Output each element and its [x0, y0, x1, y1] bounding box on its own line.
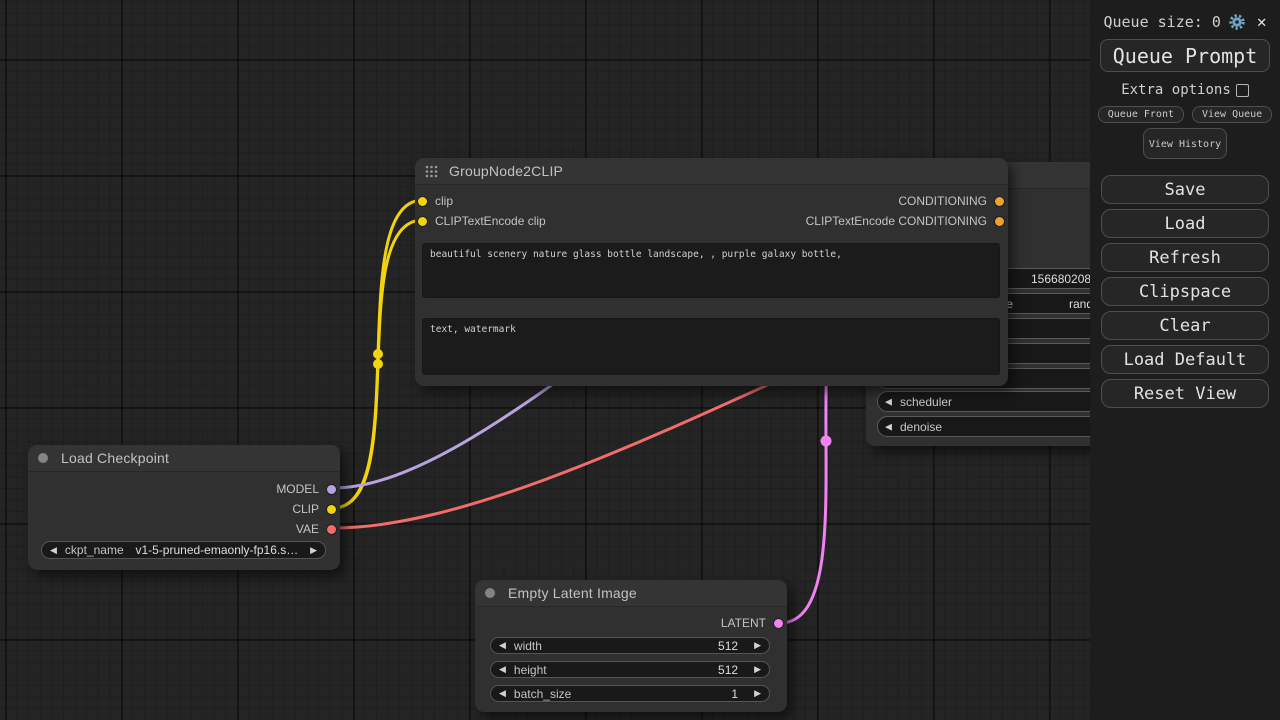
wire-midpoint-dot — [373, 349, 383, 359]
positive-prompt-textarea[interactable]: beautiful scenery nature glass bottle la… — [422, 243, 1000, 298]
input-slot-clip: clip — [418, 193, 453, 209]
view-history-button[interactable]: View History — [1143, 128, 1227, 159]
output-slot-conditioning: CONDITIONING — [898, 193, 1004, 209]
queue-size-text: Queue size: 0 — [1103, 13, 1220, 31]
decrement-arrow-icon[interactable]: ◀ — [50, 546, 57, 555]
queue-front-button[interactable]: Queue Front — [1098, 106, 1184, 123]
batch-size-widget[interactable]: ◀ batch_size 1 ▶ — [490, 685, 770, 702]
queue-size-value: 0 — [1212, 13, 1221, 31]
node-empty-latent-header[interactable]: Empty Latent Image — [475, 580, 787, 607]
decrement-arrow-icon[interactable]: ◀ — [885, 397, 892, 406]
reset-view-button[interactable]: Reset View — [1101, 379, 1269, 408]
width-widget[interactable]: ◀ width 512 ▶ — [490, 637, 770, 654]
wire-clip-1 — [333, 200, 423, 508]
increment-arrow-icon[interactable]: ▶ — [754, 689, 761, 698]
extra-options-label: Extra options — [1121, 82, 1231, 98]
decrement-arrow-icon[interactable]: ◀ — [499, 641, 506, 650]
wire-midpoint-dot — [821, 436, 832, 447]
wire-clip-2 — [333, 220, 423, 508]
width-label: width — [514, 639, 718, 653]
clip-input-dot[interactable] — [418, 197, 427, 206]
batch-size-label: batch_size — [514, 687, 731, 701]
ckpt-name-value: v1-5-pruned-emaonly-fp16.s… — [124, 543, 310, 557]
collapse-dot-icon[interactable] — [38, 453, 48, 463]
negative-prompt-textarea[interactable]: text, watermark — [422, 318, 1000, 375]
node-load-checkpoint[interactable]: Load Checkpoint MODEL CLIP VAE ◀ ckpt_na… — [28, 445, 340, 570]
height-widget[interactable]: ◀ height 512 ▶ — [490, 661, 770, 678]
refresh-button[interactable]: Refresh — [1101, 243, 1269, 272]
node-title: Empty Latent Image — [508, 585, 637, 601]
clip-output-dot[interactable] — [327, 505, 336, 514]
slot-label: CLIPTextEncode clip — [435, 214, 546, 228]
output-slot-model: MODEL — [276, 481, 336, 497]
slot-label: CONDITIONING — [898, 194, 987, 208]
save-button[interactable]: Save — [1101, 175, 1269, 204]
close-menu-icon[interactable]: ✕ — [1257, 14, 1267, 30]
output-slot-cliptextencode-conditioning: CLIPTextEncode CONDITIONING — [806, 213, 1004, 229]
increment-arrow-icon[interactable]: ▶ — [310, 546, 317, 555]
vae-output-dot[interactable] — [327, 525, 336, 534]
ckpt-name-label: ckpt_name — [65, 543, 124, 557]
comfy-menu-panel: Queue size: 0 ✕ Queue Prompt Extra optio… — [1090, 0, 1280, 720]
width-value: 512 — [718, 639, 738, 653]
output-slot-vae: VAE — [296, 521, 336, 537]
model-output-dot[interactable] — [327, 485, 336, 494]
queue-prompt-button[interactable]: Queue Prompt — [1100, 39, 1270, 72]
slot-label: LATENT — [721, 616, 766, 630]
node-load-checkpoint-header[interactable]: Load Checkpoint — [28, 445, 340, 472]
clear-button[interactable]: Clear — [1101, 311, 1269, 340]
load-button[interactable]: Load — [1101, 209, 1269, 238]
slot-label: MODEL — [276, 482, 319, 496]
node-graph-canvas[interactable]: 1566802087 control_after_generate random… — [0, 0, 1280, 720]
denoise-label: denoise — [900, 420, 942, 434]
decrement-arrow-icon[interactable]: ◀ — [885, 422, 892, 431]
output-slot-clip: CLIP — [292, 501, 336, 517]
node-title: GroupNode2CLIP — [449, 163, 563, 179]
node-groupnode2clip[interactable]: GroupNode2CLIP clip CLIPTextEncode clip … — [415, 158, 1008, 386]
slot-label: VAE — [296, 522, 319, 536]
decrement-arrow-icon[interactable]: ◀ — [499, 689, 506, 698]
slot-label: CLIPTextEncode CONDITIONING — [806, 214, 987, 228]
slot-label: CLIP — [292, 502, 319, 516]
wire-midpoint-dot — [373, 359, 383, 369]
load-default-button[interactable]: Load Default — [1101, 345, 1269, 374]
output-slot-latent: LATENT — [721, 615, 783, 631]
group-node-dots-icon — [425, 165, 438, 178]
latent-output-dot[interactable] — [774, 619, 783, 628]
settings-gear-icon[interactable] — [1228, 13, 1246, 31]
increment-arrow-icon[interactable]: ▶ — [754, 641, 761, 650]
view-queue-button[interactable]: View Queue — [1192, 106, 1272, 123]
increment-arrow-icon[interactable]: ▶ — [754, 665, 761, 674]
height-label: height — [514, 663, 718, 677]
node-groupnode2clip-header[interactable]: GroupNode2CLIP — [415, 158, 1008, 185]
slot-label: clip — [435, 194, 453, 208]
conditioning-output-dot[interactable] — [995, 217, 1004, 226]
extra-options-checkbox[interactable] — [1236, 84, 1249, 97]
node-title: Load Checkpoint — [61, 450, 169, 466]
height-value: 512 — [718, 663, 738, 677]
scheduler-label: scheduler — [900, 395, 952, 409]
batch-size-value: 1 — [731, 687, 738, 701]
collapse-dot-icon[interactable] — [485, 588, 495, 598]
clipspace-button[interactable]: Clipspace — [1101, 277, 1269, 306]
node-empty-latent-image[interactable]: Empty Latent Image LATENT ◀ width 512 ▶ … — [475, 580, 787, 712]
seed-value: 1566802087 — [1031, 272, 1098, 286]
clip-input-dot[interactable] — [418, 217, 427, 226]
decrement-arrow-icon[interactable]: ◀ — [499, 665, 506, 674]
input-slot-cliptextencode-clip: CLIPTextEncode clip — [418, 213, 546, 229]
ckpt-name-widget[interactable]: ◀ ckpt_name v1-5-pruned-emaonly-fp16.s… … — [41, 541, 326, 559]
conditioning-output-dot[interactable] — [995, 197, 1004, 206]
